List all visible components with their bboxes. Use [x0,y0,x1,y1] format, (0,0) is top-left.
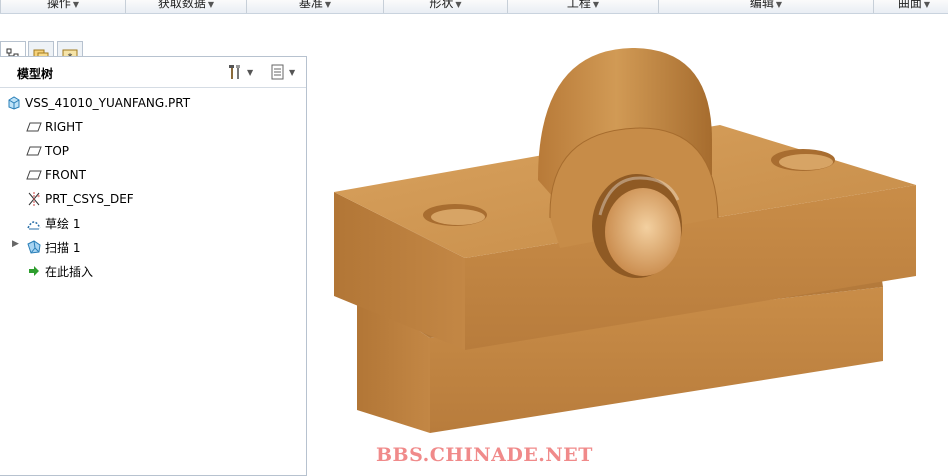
model-tree-title: 模型树 [17,67,54,81]
tree-item-front[interactable]: FRONT [26,165,86,185]
model-tree-panel: 模型树 ▼ ▼ VSS_41010_YUANFANG.PRT RIGHT TOP… [0,56,307,476]
tree-item-label: VSS_41010_YUANFANG.PRT [25,96,191,110]
watermark: BBS.CHINADE.NET [376,444,593,466]
menu-editing-label: 编辑 [749,0,774,10]
chevron-down-icon: ▼ [923,0,931,9]
graphics-viewport[interactable]: BBS.CHINADE.NET [308,14,948,476]
tree-item-insert-here[interactable]: 在此插入 [26,261,93,281]
menu-engineering-label: 工程 [566,0,591,10]
navigator-panel: * 模型树 ▼ ▼ [0,14,308,476]
sketch-icon [26,215,42,231]
chevron-down-icon: ▼ [324,0,332,9]
menu-datum-label: 基准 [298,0,323,10]
ribbon-group-bar: 操作 ▼ 获取数据 ▼ 基准 ▼ 形状 ▼ 工程 ▼ 编辑 ▼ 曲面 ▼ [0,0,948,14]
menu-get-data[interactable]: 获取数据 ▼ [125,0,246,13]
part-icon [6,95,22,111]
chevron-down-icon: ▼ [207,0,215,9]
tree-item-csys[interactable]: * PRT_CSYS_DEF [26,189,134,209]
tree-item-label: TOP [45,144,70,158]
tree-item-part[interactable]: VSS_41010_YUANFANG.PRT [6,93,190,113]
menu-surfaces[interactable]: 曲面 ▼ [873,0,948,13]
chevron-down-icon: ▼ [592,0,600,9]
tree-item-right[interactable]: RIGHT [26,117,83,137]
model-tree-header: 模型树 ▼ ▼ [0,57,306,88]
tree-item-label: FRONT [45,168,86,182]
list-icon [271,64,284,80]
menu-engineering[interactable]: 工程 ▼ [507,0,658,13]
datum-plane-icon [26,119,42,135]
menu-datum[interactable]: 基准 ▼ [246,0,383,13]
menu-shapes[interactable]: 形状 ▼ [383,0,507,13]
chevron-down-icon: ▼ [775,0,783,9]
expand-arrow-icon[interactable]: ▶ [12,239,19,249]
chevron-down-icon: ▼ [455,0,462,9]
tree-item-top[interactable]: TOP [26,141,69,161]
datum-plane-icon [26,167,42,183]
tree-item-sweep[interactable]: 扫描 1 [26,237,80,257]
settings-tools-button[interactable]: ▼ [226,62,253,82]
chevron-down-icon: ▼ [247,67,254,77]
svg-text:*: * [37,194,40,201]
chevron-down-icon: ▼ [72,0,80,9]
insert-here-arrow-icon [26,263,42,279]
menu-shapes-label: 形状 [429,0,454,10]
menu-operations-label: 操作 [46,0,71,10]
menu-get-data-label: 获取数据 [157,0,206,10]
chevron-down-icon: ▼ [289,67,296,77]
tree-item-sketch[interactable]: 草绘 1 [26,213,80,233]
tools-icon [229,65,240,79]
datum-plane-icon [26,143,42,159]
coordinate-system-icon: * [26,191,42,207]
tree-item-label: RIGHT [45,120,83,134]
menu-operations[interactable]: 操作 ▼ [0,0,125,13]
tree-item-label: 扫描 1 [45,240,81,255]
tree-item-label: PRT_CSYS_DEF [45,192,134,206]
sweep-icon [26,239,42,255]
tree-item-label: 在此插入 [45,264,94,279]
show-options-button[interactable]: ▼ [270,62,295,82]
tree-item-label: 草绘 1 [45,216,81,231]
3d-model-render[interactable] [308,14,948,476]
menu-surfaces-label: 曲面 [897,0,922,10]
menu-editing[interactable]: 编辑 ▼ [658,0,873,13]
